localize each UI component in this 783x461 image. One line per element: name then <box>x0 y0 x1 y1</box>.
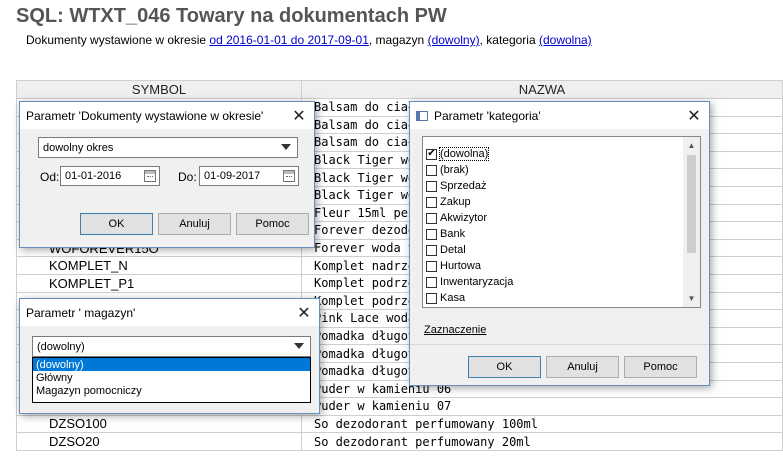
checklist-item[interactable]: Sprzedaż <box>423 178 683 194</box>
checklist-item-label: (dowolna) <box>438 147 490 161</box>
table-row: DZSO20 So dezodorant perfumowany 20ml <box>16 432 783 451</box>
checklist-item-label: Hurtowa <box>440 260 481 272</box>
checkbox[interactable] <box>426 228 437 240</box>
ok-button[interactable]: OK <box>468 356 541 378</box>
dropdown-option[interactable]: Magazyn pomocniczy <box>33 384 310 397</box>
report-subtitle: Dokumenty wystawione w okresie od 2016-0… <box>26 33 592 47</box>
dialog-okres-titlebar: Parametr 'Dokumenty wystawione w okresie… <box>20 102 314 129</box>
checklist-item[interactable]: Inwentaryzacja <box>423 274 683 290</box>
checkbox[interactable] <box>426 244 437 256</box>
cell-symbol: DZSO20 <box>16 432 302 451</box>
checkbox[interactable] <box>426 276 437 288</box>
kategoria-prefix: , kategoria <box>479 33 539 47</box>
calendar-icon[interactable] <box>283 170 295 182</box>
checkbox[interactable] <box>426 196 437 208</box>
magazyn-link[interactable]: (dowolny) <box>428 33 480 47</box>
checklist-item[interactable]: (brak) <box>423 162 683 178</box>
scroll-down-icon[interactable]: ▼ <box>683 290 700 307</box>
dialog-kategoria-titlebar: Parametr 'kategoria' ✕ <box>410 102 709 129</box>
od-label: Od: <box>40 170 60 184</box>
checklist-item[interactable]: Komplet <box>423 306 683 307</box>
divider <box>410 344 709 345</box>
checklist-item[interactable]: Akwizytor <box>423 210 683 226</box>
checklist-item-label: Akwizytor <box>440 212 488 224</box>
checklist-item-label: Sprzedaż <box>440 180 487 192</box>
dialog-magazyn-title: Parametr ' magazyn' <box>26 305 136 320</box>
period-link[interactable]: od 2016-01-01 do 2017-09-01 <box>209 33 368 47</box>
dialog-magazyn: Parametr ' magazyn' ✕ (dowolny) (dowolny… <box>19 298 320 414</box>
cell-nazwa: Puder w kamieniu 07 <box>301 397 783 416</box>
od-date-field[interactable]: 01-01-2016 <box>60 166 160 186</box>
checklist-item[interactable]: Bank <box>423 226 683 242</box>
dialog-magazyn-titlebar: Parametr ' magazyn' ✕ <box>20 299 319 326</box>
od-date-value: 01-01-2016 <box>65 170 122 182</box>
checklist-item-label: Inwentaryzacja <box>440 276 514 288</box>
checkbox[interactable] <box>426 292 437 304</box>
checkbox[interactable] <box>426 180 437 192</box>
checklist-item-label: Detal <box>440 244 466 256</box>
cancel-button[interactable]: Anuluj <box>546 356 619 378</box>
checklist-item[interactable]: Hurtowa <box>423 258 683 274</box>
period-combo-value: dowolny okres <box>43 141 114 154</box>
dropdown-option[interactable]: (dowolny) <box>33 358 310 371</box>
checkbox[interactable] <box>426 212 437 224</box>
dialog-okres-title: Parametr 'Dokumenty wystawione w okresie… <box>26 108 264 123</box>
dropdown-option[interactable]: Główny <box>33 371 310 384</box>
cell-symbol: KOMPLET_N <box>16 256 302 275</box>
magazyn-combo[interactable]: (dowolny) <box>32 336 311 357</box>
checklist-item-label: (brak) <box>440 164 469 176</box>
cell-symbol: DZSO100 <box>16 414 302 434</box>
cell-nazwa: So dezodorant perfumowany 100ml <box>301 414 783 434</box>
cell-symbol: KOMPLET_P1 <box>16 273 302 293</box>
kategoria-link[interactable]: (dowolna) <box>539 33 592 47</box>
scrollbar[interactable]: ▲ ▼ <box>683 137 700 307</box>
kategoria-checklist: ✔ (dowolna) (brak) Sprzedaż Zakup Akwizytor Ba… <box>422 136 701 308</box>
checkbox[interactable] <box>426 164 437 176</box>
column-header-symbol[interactable]: SYMBOL <box>16 80 302 99</box>
chevron-down-icon <box>281 144 291 150</box>
cancel-button[interactable]: Anuluj <box>158 213 231 235</box>
checklist-item[interactable]: Detal <box>423 242 683 258</box>
checklist-item-label: Bank <box>440 228 466 240</box>
do-date-field[interactable]: 01-09-2017 <box>199 166 299 186</box>
do-date-value: 01-09-2017 <box>204 170 261 182</box>
checklist-item-label: Zakup <box>440 196 471 208</box>
checklist-item-label: Kasa <box>440 292 466 304</box>
dialog-okres: Parametr 'Dokumenty wystawione w okresie… <box>19 101 315 248</box>
zaznaczenie-link[interactable]: Zaznaczenie <box>424 324 486 336</box>
calendar-icon[interactable] <box>144 170 156 182</box>
checkbox[interactable] <box>426 260 437 272</box>
do-label: Do: <box>178 170 197 184</box>
scroll-up-icon[interactable]: ▲ <box>683 137 700 154</box>
checkbox[interactable]: ✔ <box>426 148 437 160</box>
period-prefix: Dokumenty wystawione w okresie <box>26 33 210 47</box>
magazyn-prefix: , magazyn <box>368 33 428 47</box>
magazyn-combo-value: (dowolny) <box>37 340 85 353</box>
column-header-nazwa[interactable]: NAZWA <box>301 80 783 99</box>
close-icon[interactable]: ✕ <box>289 299 319 326</box>
checklist-item[interactable]: Kasa <box>423 290 683 306</box>
cell-nazwa: So dezodorant perfumowany 20ml <box>301 432 783 451</box>
close-icon[interactable]: ✕ <box>679 102 709 129</box>
magazyn-dropdown-list: (dowolny) Główny Magazyn pomocniczy <box>32 357 311 403</box>
help-button[interactable]: Pomoc <box>236 213 309 235</box>
close-icon[interactable]: ✕ <box>284 102 314 129</box>
report-title: SQL: WTXT_046 Towary na dokumentach PW <box>16 5 447 27</box>
app-icon <box>416 110 428 121</box>
ok-button[interactable]: OK <box>80 213 153 235</box>
table-row: DZSO100 So dezodorant perfumowany 100ml <box>16 414 783 434</box>
period-combo[interactable]: dowolny okres <box>38 137 298 158</box>
dialog-kategoria: Parametr 'kategoria' ✕ ✔ (dowolna) (brak) S… <box>409 101 710 386</box>
checklist-item[interactable]: ✔ (dowolna) <box>423 146 683 162</box>
help-button[interactable]: Pomoc <box>624 356 697 378</box>
checklist-item[interactable]: Zakup <box>423 194 683 210</box>
scrollbar-thumb[interactable] <box>687 155 696 253</box>
dialog-kategoria-title: Parametr 'kategoria' <box>434 108 541 123</box>
chevron-down-icon <box>294 343 304 349</box>
